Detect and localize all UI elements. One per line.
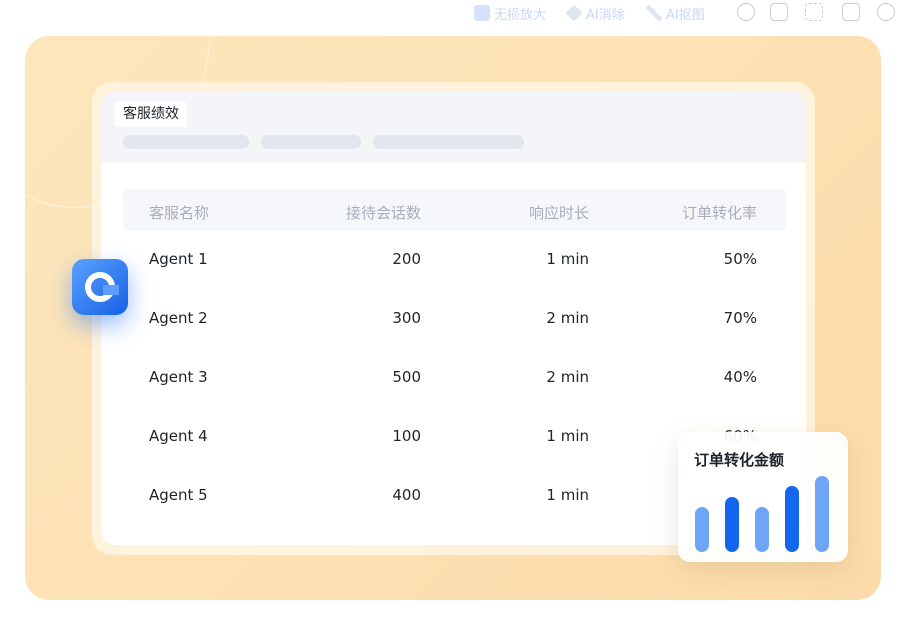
ai-cutout-label: AI抠图 bbox=[666, 7, 705, 23]
lossless-enlarge-label: 无损放大 bbox=[494, 7, 547, 23]
edit-pin-icon[interactable] bbox=[737, 3, 755, 21]
crop-icon[interactable] bbox=[805, 3, 823, 21]
eraser-icon bbox=[565, 4, 583, 22]
donut-notch bbox=[103, 285, 119, 295]
table-row-name: Agent 3 bbox=[149, 368, 208, 386]
placeholder-pill bbox=[373, 135, 524, 149]
bar-3 bbox=[755, 507, 769, 552]
table-row-conversion: 50% bbox=[723, 250, 757, 268]
floating-chart-app-icon bbox=[72, 259, 128, 315]
column-header-sessions: 接待会话数 bbox=[345, 204, 421, 222]
mini-bar-chart bbox=[695, 476, 829, 552]
table-row-sessions: 400 bbox=[392, 486, 421, 504]
card-title: 客服绩效 bbox=[115, 101, 187, 127]
table-row-sessions: 500 bbox=[392, 368, 421, 386]
table-row-name: Agent 5 bbox=[149, 486, 208, 504]
table-row-sessions: 300 bbox=[392, 309, 421, 327]
table-row-sessions: 200 bbox=[392, 250, 421, 268]
table-row-response: 2 min bbox=[546, 368, 589, 386]
column-header-conversion: 订单转化率 bbox=[681, 204, 757, 222]
bar-2 bbox=[725, 497, 739, 552]
ai-erase-button[interactable]: AI消除 bbox=[565, 4, 625, 23]
bar-1 bbox=[695, 507, 709, 552]
edit-image-icon[interactable] bbox=[770, 3, 788, 21]
column-header-name: 客服名称 bbox=[149, 204, 210, 222]
ai-erase-label: AI消除 bbox=[586, 7, 625, 23]
download-icon[interactable] bbox=[842, 3, 860, 21]
placeholder-pill bbox=[261, 135, 361, 149]
lossless-enlarge-button[interactable]: 无损放大 bbox=[474, 4, 547, 23]
table-row-response: 1 min bbox=[546, 486, 589, 504]
table-row-name: Agent 4 bbox=[149, 427, 208, 445]
column-header-response: 响应时长 bbox=[528, 204, 589, 222]
bar-4 bbox=[785, 486, 799, 552]
table-row-name: Agent 1 bbox=[149, 250, 208, 268]
image-toolbar: 无损放大 AI消除 AI抠图 bbox=[0, 0, 902, 26]
magic-wand-icon bbox=[646, 5, 662, 21]
table-row-response: 1 min bbox=[546, 250, 589, 268]
ai-cutout-button[interactable]: AI抠图 bbox=[646, 4, 705, 23]
table-row-name: Agent 2 bbox=[149, 309, 208, 327]
table-row-conversion: 40% bbox=[723, 368, 757, 386]
conversion-amount-card: 订单转化金额 bbox=[678, 432, 848, 562]
placeholder-pill bbox=[123, 135, 249, 149]
card-header: 客服绩效 bbox=[101, 91, 806, 163]
image-enlarge-icon bbox=[474, 5, 490, 21]
bar-5 bbox=[815, 476, 829, 552]
table-row-sessions: 100 bbox=[392, 427, 421, 445]
settings-icon[interactable] bbox=[877, 3, 895, 21]
table-row-response: 1 min bbox=[546, 427, 589, 445]
table-row-conversion: 70% bbox=[723, 309, 757, 327]
table-row-response: 2 min bbox=[546, 309, 589, 327]
